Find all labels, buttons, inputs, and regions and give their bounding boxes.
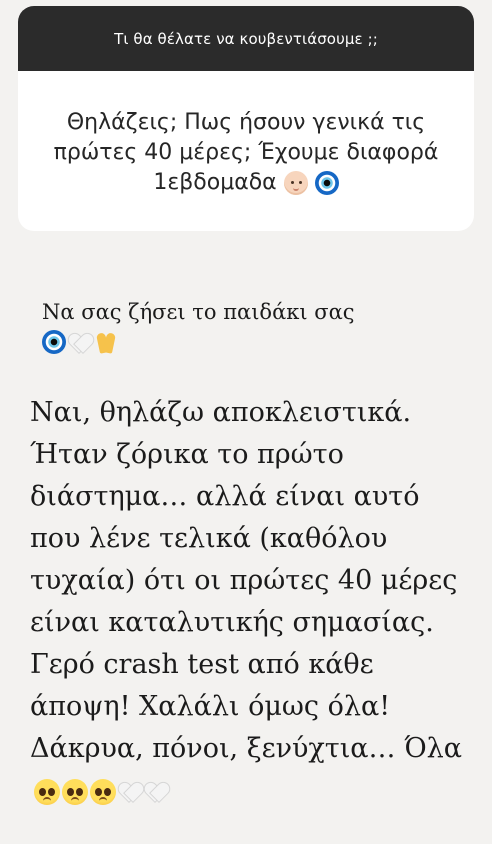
question-text-block: Θηλάζεις; Πως ήσουν γενικά τις πρώτες 40… xyxy=(44,108,448,198)
question-text: Θηλάζεις; Πως ήσουν γενικά τις πρώτες 40… xyxy=(53,110,439,195)
answer-text-block: Ναι, θηλάζω αποκλειστικά. Ήταν ζόρικα το… xyxy=(30,392,470,812)
reply-wish-block: Να σας ζήσει το παιδάκι σας xyxy=(42,296,462,354)
reply-wish-text: Να σας ζήσει το παιδάκι σας xyxy=(42,300,355,324)
nazar-amulet-emoji-icon xyxy=(314,171,339,195)
white-heart-emoji-icon xyxy=(68,330,92,354)
question-sticker-body: Θηλάζεις; Πως ήσουν γενικά τις πρώτες 40… xyxy=(18,71,474,231)
answer-emojis xyxy=(34,778,168,805)
pleading-face-emoji-icon xyxy=(34,778,60,805)
question-prompt: Τι θα θέλατε να κουβεντιάσουμε ;; xyxy=(114,29,378,48)
white-heart-emoji-icon xyxy=(144,779,168,803)
answer-text: Ναι, θηλάζω αποκλειστικά. Ήταν ζόρικα το… xyxy=(30,397,462,764)
pleading-face-emoji-icon xyxy=(62,778,88,805)
reply-wish-emojis xyxy=(42,330,462,354)
question-sticker[interactable]: Τι θα θέλατε να κουβεντιάσουμε ;; Θηλάζε… xyxy=(18,6,474,231)
baby-emoji-icon xyxy=(283,171,308,195)
pleading-face-emoji-icon xyxy=(90,778,116,805)
folded-hands-emoji-icon xyxy=(94,330,118,354)
white-heart-emoji-icon xyxy=(118,779,142,803)
nazar-amulet-emoji-icon xyxy=(42,330,66,354)
question-sticker-header: Τι θα θέλατε να κουβεντιάσουμε ;; xyxy=(18,6,474,71)
